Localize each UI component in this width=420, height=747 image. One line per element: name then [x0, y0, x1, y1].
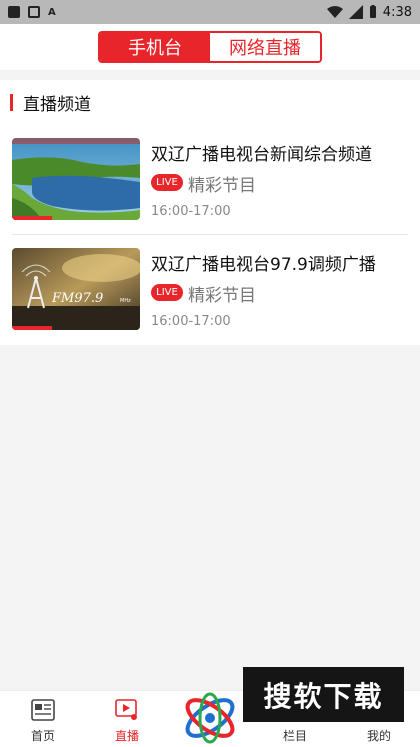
channel-tag: 精彩节目: [188, 176, 256, 196]
nav-label: 直播: [114, 729, 139, 743]
watermark: 搜软下载: [243, 667, 404, 722]
channel-time: 16:00-17:00: [151, 314, 231, 329]
newspaper-icon: [31, 699, 55, 721]
wifi-icon: [326, 6, 343, 18]
tab-switcher: 手机台 网络直播: [98, 31, 322, 63]
channel-thumbnail-landscape: [12, 138, 140, 220]
live-badge: LIVE: [151, 174, 183, 191]
signal-icon: [348, 5, 363, 19]
watermark-text: 搜软下载: [263, 679, 384, 713]
channel-tag: 精彩节目: [188, 286, 256, 306]
svg-text:FM97.9: FM97.9: [51, 291, 103, 306]
nav-item-home[interactable]: 首页: [8, 691, 78, 747]
battery-icon: [369, 5, 376, 18]
channel-item[interactable]: 双辽广播电视台新闻综合频道 LIVE 精彩节目 16:00-17:00: [0, 138, 420, 234]
video-play-icon: [115, 699, 137, 720]
section-header: 直播频道: [10, 92, 91, 115]
live-badge: LIVE: [151, 284, 183, 301]
channel-thumbnail-radio: FM97.9 MHz: [12, 248, 140, 330]
nav-label: 我的: [366, 729, 391, 743]
channel-item[interactable]: FM97.9 MHz 双辽广播电视台97.9调频广播 LIVE 精彩节目 16:…: [0, 248, 420, 344]
channel-time: 16:00-17:00: [151, 204, 231, 219]
section-marker: [10, 93, 13, 111]
divider: [12, 234, 408, 235]
station-logo-button[interactable]: [180, 688, 240, 746]
svg-text:MHz: MHz: [120, 298, 131, 304]
section-title: 直播频道: [23, 94, 91, 115]
header: 手机台 网络直播: [0, 24, 420, 70]
tab-mobile-station[interactable]: 手机台: [100, 33, 210, 61]
nav-item-live[interactable]: 直播: [92, 691, 162, 747]
tab-web-live[interactable]: 网络直播: [210, 33, 320, 61]
status-time: 4:38: [382, 4, 412, 20]
channel-title: 双辽广播电视台新闻综合频道: [151, 145, 372, 165]
channel-title: 双辽广播电视台97.9调频广播: [151, 255, 376, 275]
notification-icon: [8, 6, 20, 18]
live-channels-section: 直播频道 双辽广播电视台新闻综合频道 LIVE 精彩节目 16:00-17:00…: [0, 80, 420, 345]
nav-label: 首页: [30, 729, 55, 743]
a-notification-icon: A: [48, 6, 56, 18]
nav-label: 栏目: [282, 729, 307, 743]
status-bar: A 4:38: [0, 0, 420, 24]
sd-card-icon: [28, 6, 40, 18]
